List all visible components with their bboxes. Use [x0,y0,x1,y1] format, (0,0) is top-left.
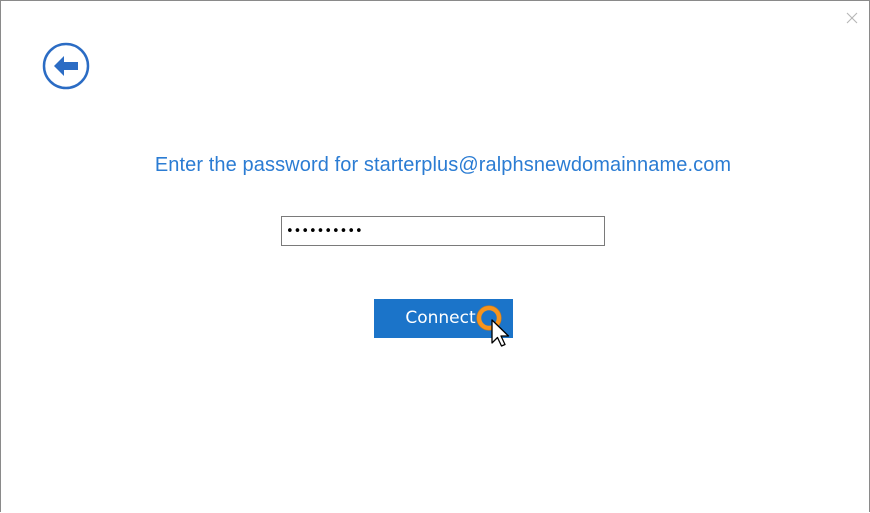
password-prompt: Enter the password for starterplus@ralph… [154,154,732,176]
back-button[interactable] [42,42,90,90]
close-button[interactable] [845,11,859,25]
close-icon [846,12,858,24]
password-dialog: Enter the password for starterplus@ralph… [0,0,870,512]
back-arrow-icon [42,42,90,90]
connect-button[interactable]: Connect [374,299,513,338]
password-field[interactable] [281,216,605,246]
